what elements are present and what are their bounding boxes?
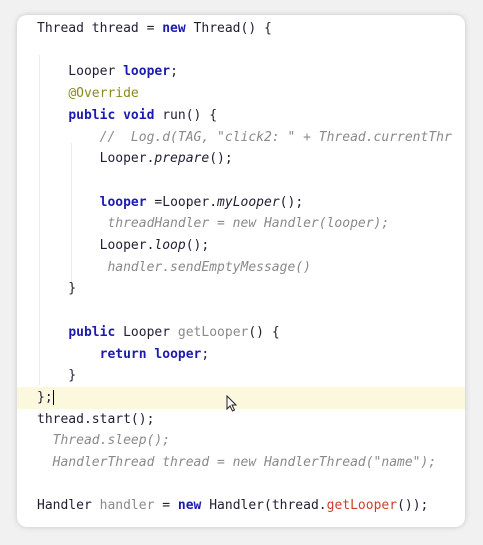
code-token: Looper. (37, 151, 155, 167)
code-token: handler (99, 498, 155, 514)
code-token: Handler (37, 498, 100, 514)
code-token: new (162, 21, 186, 36)
code-token: getLooper (177, 324, 249, 340)
code-line[interactable]: HandlerThread thread = new HandlerThread… (17, 452, 465, 474)
code-line[interactable]: handler.sendEmptyMessage() (17, 257, 465, 279)
code-token: Thread.sleep(); (37, 433, 171, 449)
code-line[interactable]: threadHandler = new Handler(looper); (17, 213, 465, 235)
code-token: ; (201, 346, 210, 362)
code-line[interactable] (17, 170, 465, 192)
code-line[interactable]: Thread.sleep(); (17, 430, 465, 452)
code-token: Handler(thread. (201, 498, 327, 514)
code-token: thread.start(); (37, 411, 155, 427)
code-token: new (177, 498, 202, 514)
code-token: () { (248, 324, 280, 340)
code-token: ; (170, 64, 178, 80)
code-token: Thread thread = (37, 21, 163, 36)
code-token: looper (123, 64, 171, 80)
text-caret (52, 389, 54, 405)
code-token: looper (154, 346, 202, 362)
code-token: (); (279, 194, 304, 210)
mouse-cursor-icon (225, 394, 239, 417)
code-line[interactable]: return looper; (17, 344, 465, 366)
code-line[interactable] (17, 300, 465, 322)
code-line[interactable]: }; (17, 386, 465, 409)
code-token: }; (37, 389, 53, 405)
code-token: Thread() { (185, 21, 272, 36)
code-token: (); (185, 238, 210, 253)
code-token: } (37, 368, 77, 384)
code-line[interactable]: looper =Looper.myLooper(); (17, 192, 465, 214)
code-token: Looper (37, 64, 124, 80)
code-line[interactable]: Handler handler = new Handler(thread.get… (17, 495, 465, 517)
code-line[interactable]: Looper.prepare(); (17, 148, 465, 170)
code-line[interactable]: public Looper getLooper() { (17, 322, 465, 344)
code-token: loop (154, 238, 186, 253)
code-token: looper (99, 194, 147, 210)
code-line[interactable] (17, 474, 465, 496)
code-line[interactable]: } (17, 278, 465, 300)
code-token: public void (68, 107, 155, 123)
code-token: // Log.d(TAG, "click2: " + Thread.curren… (37, 129, 452, 145)
code-token: HandlerThread thread = new HandlerThread… (37, 455, 437, 470)
code-token: @Override (68, 86, 139, 102)
code-token: Looper (115, 324, 178, 340)
code-token: (); (209, 151, 233, 167)
code-token: =Looper. (146, 194, 218, 210)
code-token: getLooper (326, 498, 398, 514)
code-snippet-card: Thread thread = new Thread() { Looper lo… (17, 15, 465, 527)
code-line[interactable]: public void run() { (17, 105, 465, 127)
code-editor[interactable]: Thread thread = new Thread() { Looper lo… (17, 15, 465, 527)
code-line[interactable]: @Override (17, 83, 465, 105)
code-token: myLooper (217, 194, 280, 210)
code-token: = (154, 498, 178, 514)
code-line[interactable]: Looper.loop(); (17, 235, 465, 257)
code-line[interactable]: thread.start(); (17, 409, 465, 431)
code-token: threadHandler = new Handler(looper); (37, 216, 390, 232)
code-token: } (37, 281, 77, 297)
code-line[interactable]: // Log.d(TAG, "click2: " + Thread.curren… (17, 127, 465, 149)
code-token: return (99, 346, 147, 362)
code-line[interactable]: } (17, 365, 465, 387)
code-token: run() { (154, 107, 218, 123)
code-token: ()); (397, 498, 429, 514)
code-token: handler.sendEmptyMessage() (37, 259, 311, 275)
code-line[interactable]: Looper looper; (17, 61, 465, 83)
code-token: Looper. (37, 238, 155, 253)
code-token: prepare (154, 151, 210, 167)
code-line[interactable] (17, 40, 465, 62)
code-token: public (68, 324, 116, 340)
code-line[interactable]: Thread thread = new Thread() { (17, 18, 465, 40)
